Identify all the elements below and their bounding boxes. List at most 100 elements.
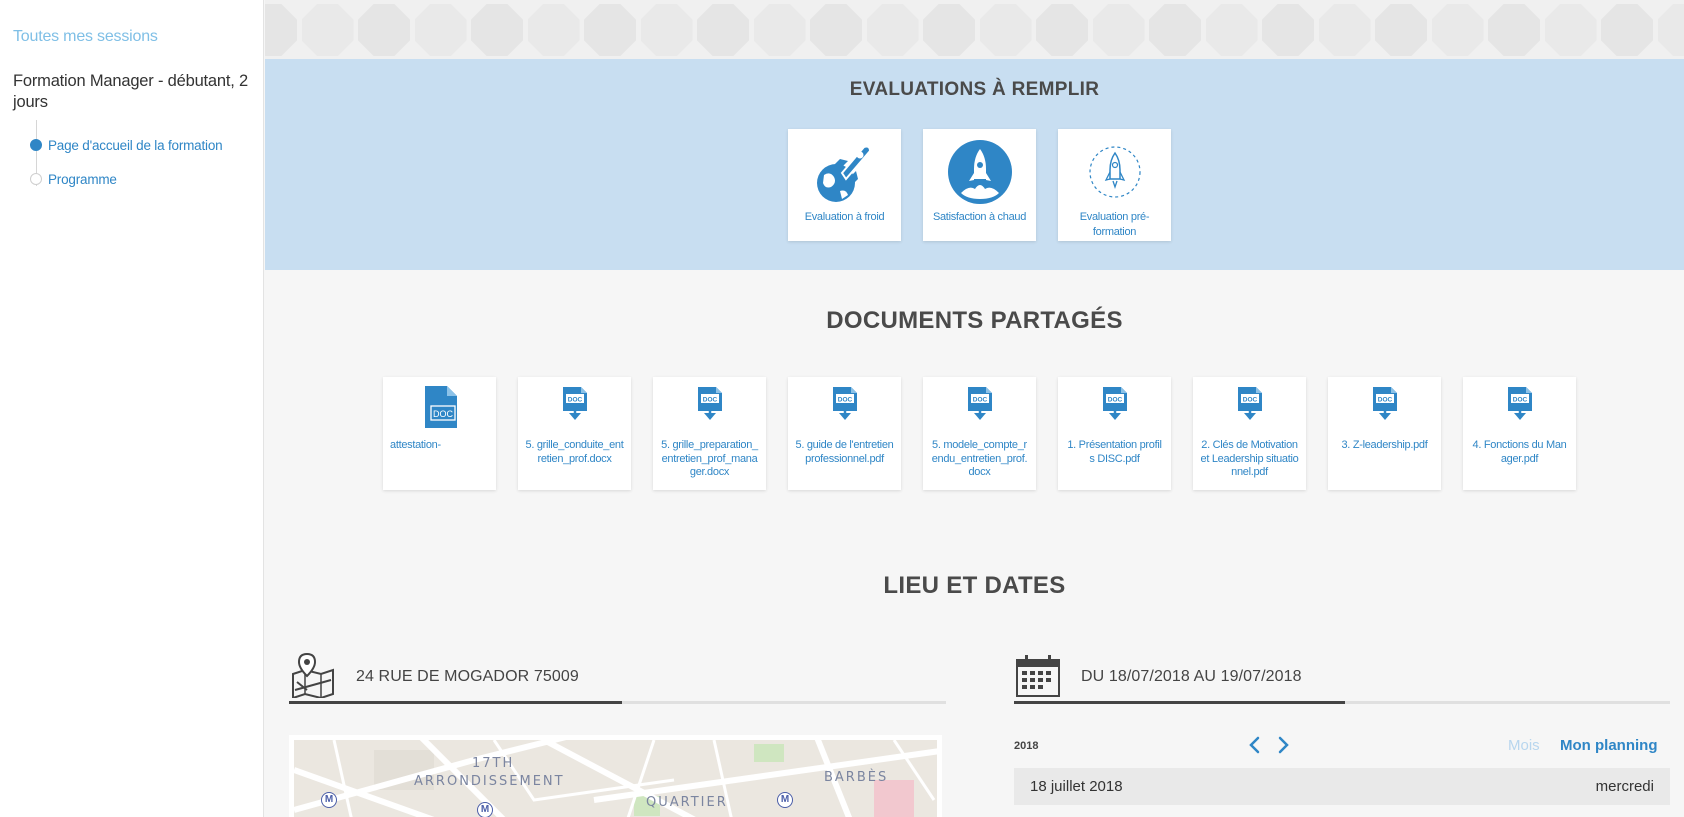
document-label: 1. Présentation profils DISC.pdf [1067, 439, 1162, 465]
pattern-octagon [1149, 4, 1201, 56]
pattern-octagon [301, 4, 354, 56]
doc-file-icon: DOC [425, 386, 457, 428]
doc-download-icon: DOC [1373, 387, 1397, 420]
pattern-octagon [527, 4, 580, 56]
calendar-icon [1016, 655, 1060, 697]
document-card[interactable]: DOC 5. guide de l'entretien professionnel… [788, 377, 901, 490]
pattern-octagon [1488, 4, 1540, 56]
metro-icon: M [477, 802, 493, 817]
active-dot-icon [30, 139, 42, 151]
eval-card-chaud[interactable]: Satisfaction à chaud [923, 129, 1036, 241]
svg-text:DOC: DOC [703, 397, 718, 404]
document-card[interactable]: DOC 5. grille_preparation_entretien_prof_… [653, 377, 766, 490]
sidebar: Toutes mes sessions Formation Manager - … [0, 0, 264, 817]
course-title: Formation Manager - débutant, 2 jours [13, 72, 249, 111]
document-card[interactable]: DOC 5. grille_conduite_entretien_prof.doc… [518, 377, 631, 490]
metro-icon: M [321, 792, 337, 808]
pattern-octagon [1205, 4, 1258, 56]
evaluations-title: EVALUATIONS À REMPLIR [849, 79, 1100, 100]
eval-card-label: Evaluation pré-formation [1079, 211, 1150, 238]
view-planning-button[interactable]: Mon planning [1560, 737, 1657, 754]
calendar-weekday: mercredi [1595, 778, 1654, 795]
doc-download-icon: DOC [698, 387, 722, 420]
pattern-octagon [1036, 4, 1088, 56]
svg-text:DOC: DOC [1378, 397, 1393, 404]
document-card[interactable]: DOC 3. Z-leadership.pdf [1328, 377, 1441, 490]
location-map[interactable]: 17TH ARRONDISSEMENT QUARTIER BARBÈS M M … [289, 735, 942, 817]
pattern-octagon [979, 4, 1032, 56]
document-card[interactable]: DOC 2. Clés de Motivation et Leadership s… [1193, 377, 1306, 490]
eval-card-froid[interactable]: Evaluation à froid [788, 129, 901, 241]
pattern-octagon [1431, 4, 1484, 56]
pattern-octagon [1262, 4, 1314, 56]
pattern-octagon [640, 4, 693, 56]
eval-card-label: Evaluation à froid [804, 211, 885, 223]
metro-icon: M [777, 792, 793, 808]
pattern-octagon [584, 4, 636, 56]
address-underline [289, 701, 946, 704]
pattern-octagon [1318, 4, 1371, 56]
pattern-octagon [810, 4, 862, 56]
pattern-octagon [1544, 4, 1597, 56]
rocket-globe-icon [817, 145, 872, 202]
inactive-dot-icon [30, 173, 42, 185]
chevron-right-icon[interactable] [1273, 733, 1293, 757]
svg-text:DOC: DOC [433, 409, 454, 419]
dates-text: DU 18/07/2018 AU 19/07/2018 [1081, 668, 1302, 685]
pattern-octagon [1092, 4, 1145, 56]
pattern-octagon [1657, 4, 1684, 56]
sidebar-item-label: Page d'accueil de la formation [48, 137, 223, 153]
eval-card-label: Satisfaction à chaud [932, 211, 1027, 223]
doc-download-icon: DOC [1238, 387, 1262, 420]
map-label-arr-2: ARRONDISSEMENT [414, 774, 565, 789]
map-label-arr-1: 17TH [472, 756, 515, 771]
document-card[interactable]: DOC 4. Fonctions du Manager.pdf [1463, 377, 1576, 490]
all-sessions-link[interactable]: Toutes mes sessions [13, 28, 158, 46]
sidebar-item-programme[interactable]: Programme [30, 162, 222, 196]
pattern-octagon [866, 4, 919, 56]
document-card[interactable]: DOC attestation- [383, 377, 496, 490]
pattern-octagon [414, 4, 467, 56]
lieu-title: LIEU ET DATES [883, 572, 1066, 599]
pattern-octagon [697, 4, 749, 56]
svg-text:DOC: DOC [973, 397, 988, 404]
document-label: 5. modele_compte_rendu_entretien_prof.do… [931, 439, 1028, 478]
document-label: attestation- [390, 439, 441, 451]
doc-download-icon: DOC [563, 387, 587, 420]
calendar-year: 2018 [1014, 740, 1039, 752]
documents-title: DOCUMENTS PARTAGÉS [826, 307, 1123, 334]
chevron-left-icon[interactable] [1245, 733, 1265, 757]
pattern-octagon [753, 4, 806, 56]
document-label: 3. Z-leadership.pdf [1341, 439, 1428, 451]
calendar-date: 18 juillet 2018 [1030, 778, 1123, 795]
pattern-octagon [471, 4, 523, 56]
eval-card-pre-formation[interactable]: Evaluation pré-formation [1058, 129, 1171, 241]
document-card[interactable]: DOC 1. Présentation profils DISC.pdf [1058, 377, 1171, 490]
svg-text:DOC: DOC [568, 397, 583, 404]
address-header: 24 RUE DE MOGADOR 75009 [289, 652, 946, 702]
rocket-outline-icon [1089, 146, 1141, 198]
sidebar-item-home[interactable]: Page d'accueil de la formation [30, 128, 223, 162]
course-nav: Page d'accueil de la formation Programme [30, 120, 223, 196]
map-pin-icon [292, 652, 334, 698]
document-label: 2. Clés de Motivation et Leadership situ… [1200, 439, 1299, 478]
document-label: 5. guide de l'entretien professionnel.pd… [795, 439, 894, 465]
pattern-octagon [265, 4, 297, 56]
calendar-day-row: 18 juillet 2018 mercredi [1014, 768, 1670, 805]
pattern-octagon [1601, 4, 1653, 56]
header-pattern [265, 0, 1684, 59]
evaluations-section: EVALUATIONS À REMPLIR Evaluation à froid… [265, 59, 1684, 270]
dates-header: DU 18/07/2018 AU 19/07/2018 [1014, 652, 1670, 702]
view-month-button[interactable]: Mois [1508, 737, 1540, 754]
sidebar-item-label: Programme [48, 171, 117, 187]
svg-text:DOC: DOC [1513, 397, 1528, 404]
pattern-octagon [358, 4, 410, 56]
rocket-launch-icon [948, 140, 1012, 204]
document-label: 4. Fonctions du Manager.pdf [1472, 439, 1567, 465]
pattern-octagon [923, 4, 975, 56]
map-label-barbes: BARBÈS [824, 770, 889, 785]
map-label-quartier: QUARTIER [646, 795, 728, 810]
svg-text:DOC: DOC [1108, 397, 1123, 404]
document-card[interactable]: DOC 5. modele_compte_rendu_entretien_prof… [923, 377, 1036, 490]
address-text: 24 RUE DE MOGADOR 75009 [356, 668, 579, 685]
